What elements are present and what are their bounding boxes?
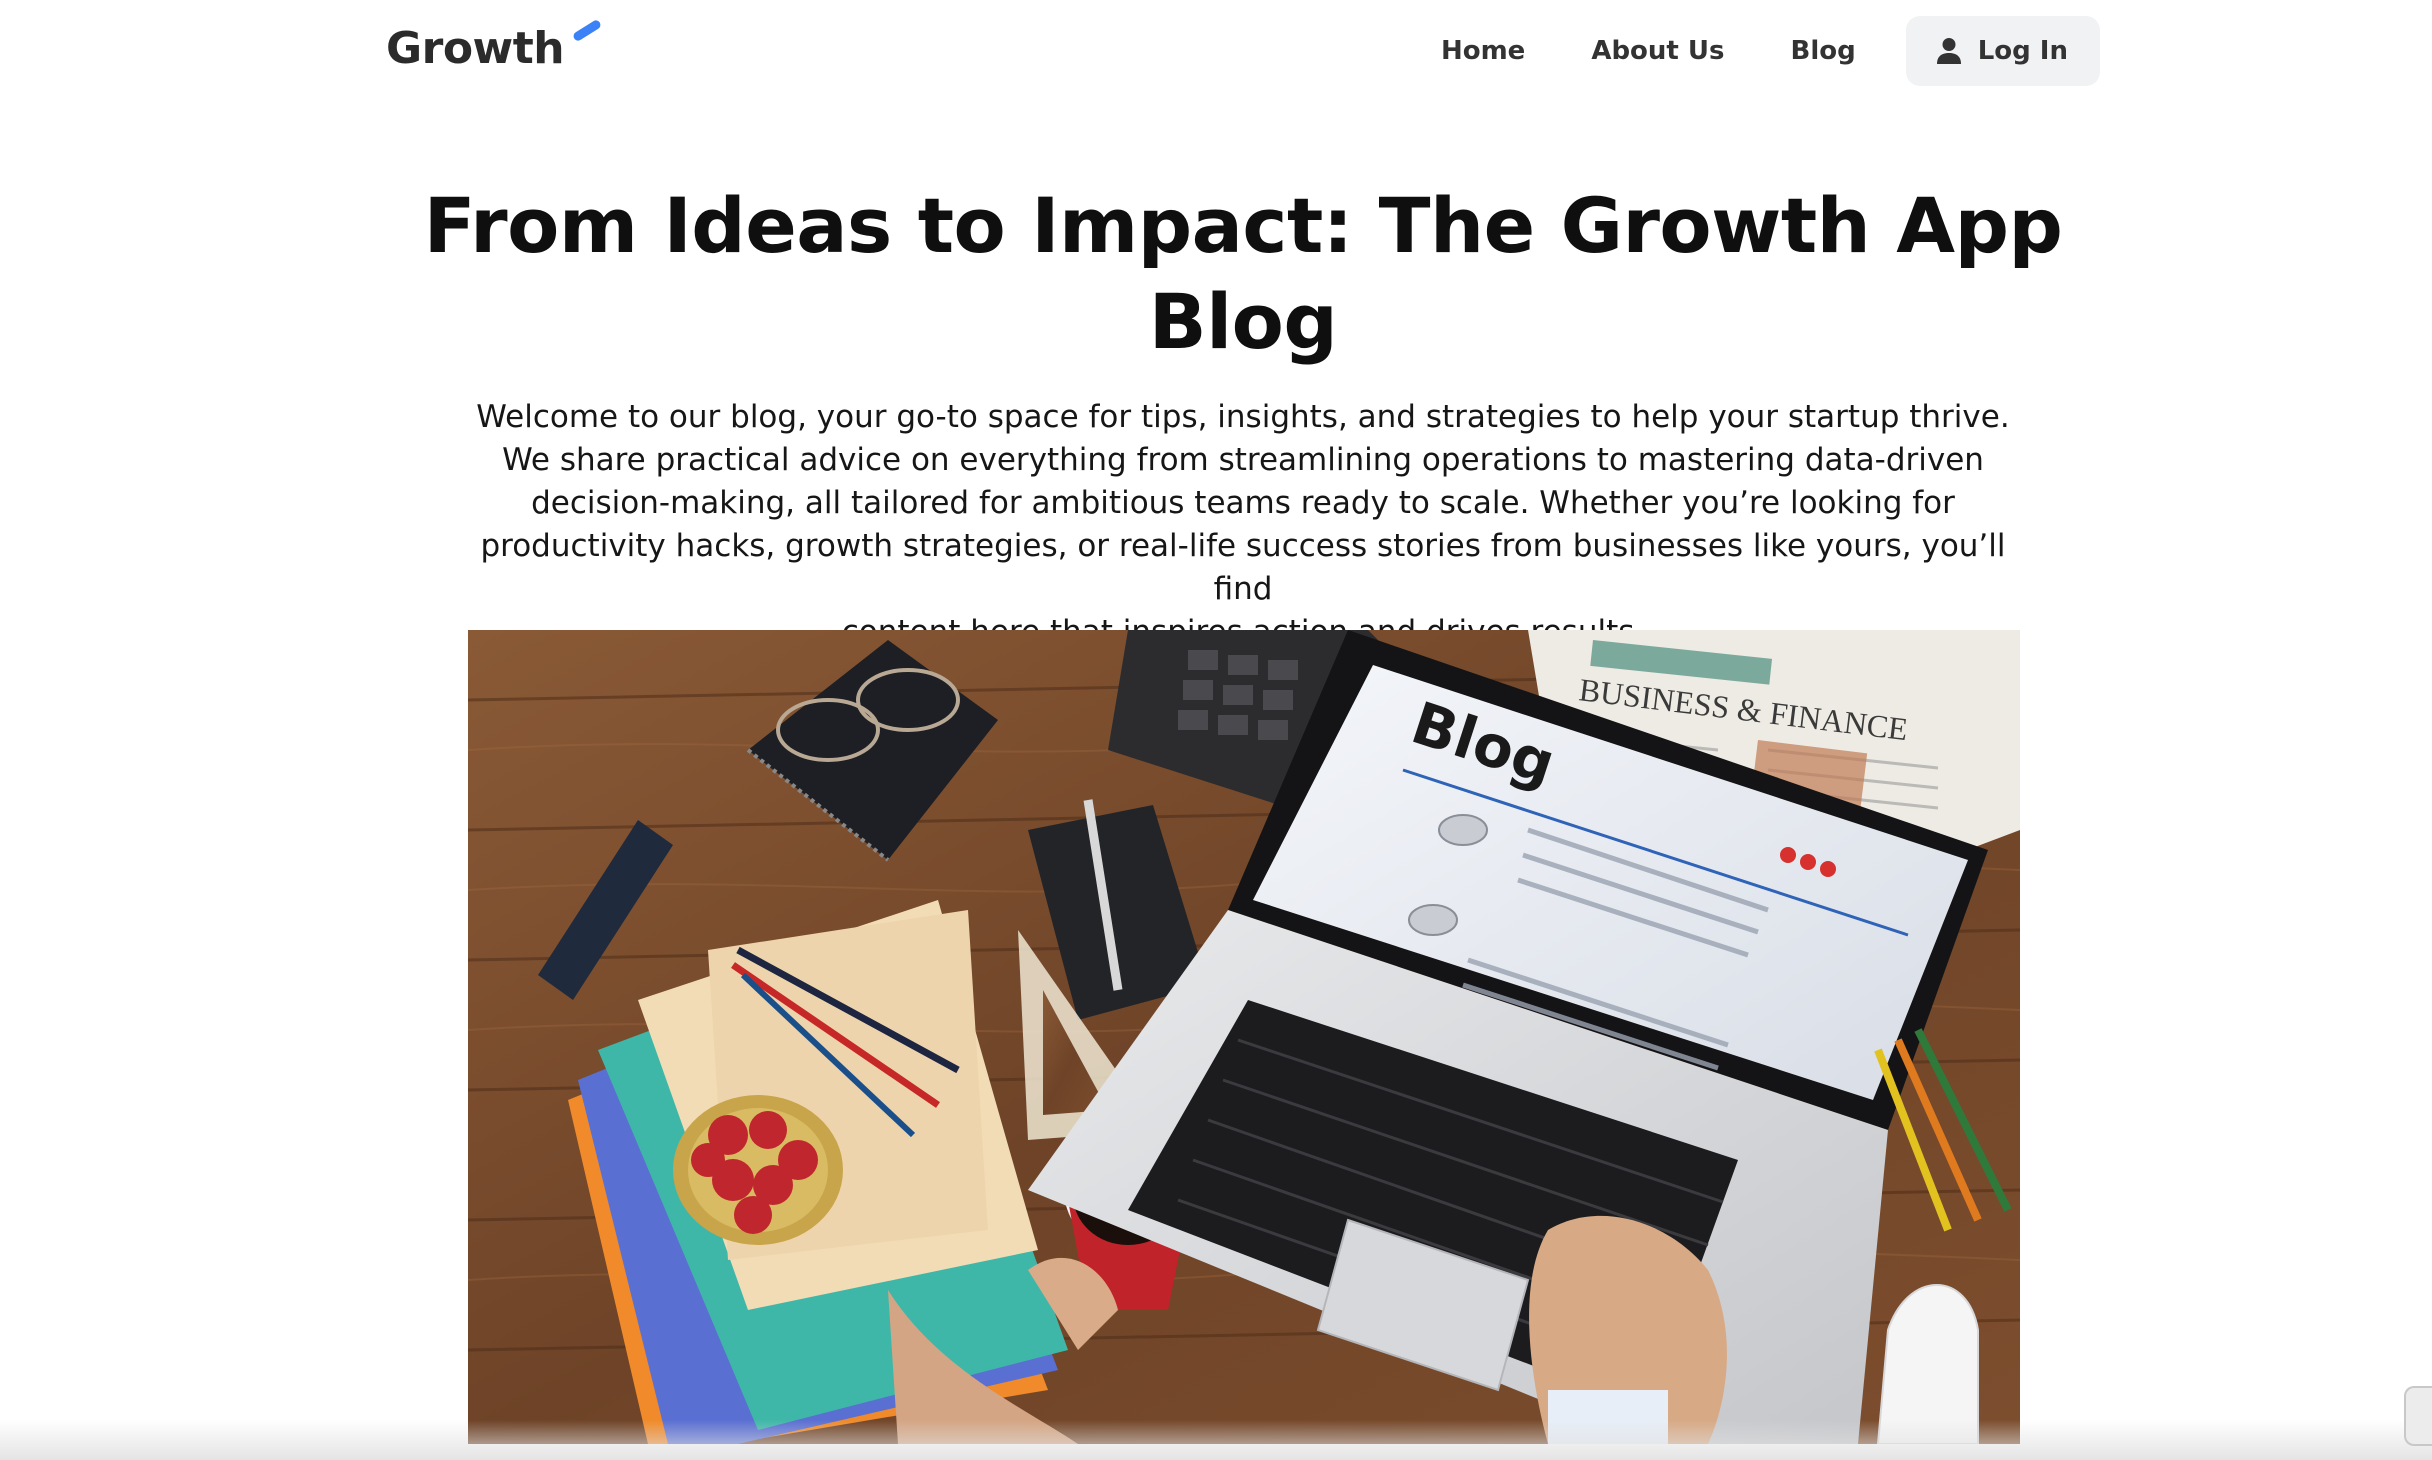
user-icon [1936,38,1961,64]
logo-mark-icon [571,18,603,43]
strawberry-bowl [673,1095,843,1245]
desk-scene-illustration: BUSINESS & FINANCE Blog [468,630,2020,1444]
main-nav: Home About Us Blog Log In [1411,16,2100,86]
nav-blog-link[interactable]: Blog [1761,16,1886,86]
intro-line: decision-making, all tailored for ambiti… [531,485,1955,521]
intro-paragraph: Welcome to our blog, your go-to space fo… [452,396,2034,654]
intro-line: We share practical advice on everything … [502,442,1984,478]
intro-line: Welcome to our blog, your go-to space fo… [476,399,2010,435]
login-label: Log In [1977,36,2068,66]
intro-line: productivity hacks, growth strategies, o… [480,528,2006,607]
hero-image: BUSINESS & FINANCE Blog [468,630,2020,1444]
page-title-line-2: Blog [1148,277,1338,366]
site-header: Growth Home About Us Blog Log In [0,0,2432,100]
scroll-shade [0,1420,2432,1460]
nav-about-link[interactable]: About Us [1561,16,1754,86]
nav-home-link[interactable]: Home [1411,16,1555,86]
scroll-tab[interactable] [2404,1386,2432,1446]
logo[interactable]: Growth [386,14,603,84]
page-title: From Ideas to Impact: The Growth App Blo… [400,178,2086,370]
logo-text: Growth [386,23,565,74]
page-title-line-1: From Ideas to Impact: The Growth App [423,181,2063,270]
login-button[interactable]: Log In [1905,16,2100,86]
